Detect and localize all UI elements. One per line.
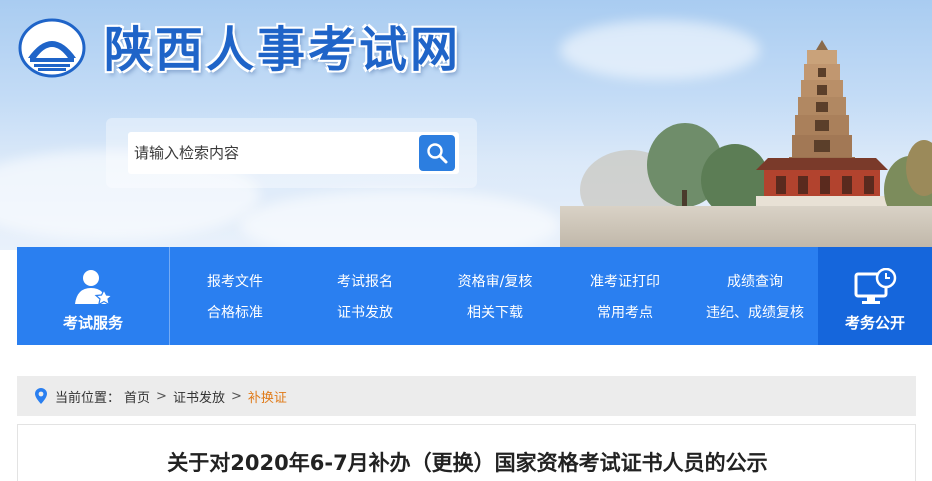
- search-input[interactable]: [134, 140, 414, 166]
- article-panel: 关于对2020年6-7月补办（更换）国家资格考试证书人员的公示: [17, 424, 916, 481]
- nav-link-zhunkaozheng-dayin[interactable]: 准考证打印: [560, 271, 690, 291]
- location-pin-icon: [35, 388, 47, 404]
- site-title[interactable]: 陕西人事考试网: [104, 10, 461, 80]
- pagoda-scenery-image: [560, 40, 932, 250]
- breadcrumb: 当前位置： 首页 > 证书发放 > 补换证: [17, 376, 916, 416]
- breadcrumb-separator: >: [230, 388, 242, 404]
- monitor-clock-icon: [854, 268, 897, 304]
- exam-service-button[interactable]: 考试服务: [17, 247, 169, 345]
- search-icon: [427, 143, 448, 164]
- nav-link-baokao-wenjian[interactable]: 报考文件: [170, 271, 300, 291]
- cloud-decoration: [240, 190, 560, 250]
- nav-link-changyong-kaodian[interactable]: 常用考点: [560, 302, 690, 322]
- search-box: [128, 132, 459, 174]
- user-star-icon: [75, 270, 113, 306]
- breadcrumb-home-link[interactable]: 首页: [124, 387, 150, 406]
- search-panel: [106, 118, 477, 188]
- breadcrumb-current: 补换证: [247, 390, 287, 406]
- search-button[interactable]: [419, 135, 455, 171]
- pagoda-logo-icon[interactable]: [18, 18, 86, 78]
- header-banner: 陕西人事考试网: [0, 0, 932, 250]
- nav-link-weiji-chengji-fuhe[interactable]: 违纪、成绩复核: [690, 302, 820, 322]
- nav-link-chengji-chaxun[interactable]: 成绩查询: [690, 271, 820, 291]
- nav-link-zige-shenhe[interactable]: 资格审/复核: [430, 271, 560, 291]
- breadcrumb-certificate-link[interactable]: 证书发放: [173, 387, 225, 406]
- exam-affairs-public-button[interactable]: 考务公开: [818, 247, 932, 345]
- main-nav: 考试服务 报考文件 考试报名 资格审/复核 准考证打印 成绩查询 合格标准 证书…: [17, 247, 932, 345]
- exam-service-label: 考试服务: [62, 314, 123, 332]
- nav-link-xiangguan-xiazai[interactable]: 相关下载: [430, 302, 560, 322]
- nav-link-kaoshi-baoming[interactable]: 考试报名: [300, 271, 430, 291]
- nav-link-hege-biaozhun[interactable]: 合格标准: [170, 302, 300, 322]
- exam-affairs-public-label: 考务公开: [844, 314, 905, 332]
- breadcrumb-prefix: 当前位置：: [55, 390, 121, 406]
- nav-links: 报考文件 考试报名 资格审/复核 准考证打印 成绩查询 合格标准 证书发放 相关…: [170, 247, 818, 345]
- breadcrumb-separator: >: [156, 388, 167, 404]
- article-title: 关于对2020年6-7月补办（更换）国家资格考试证书人员的公示: [167, 451, 768, 475]
- nav-link-zhengshu-fafang[interactable]: 证书发放: [300, 302, 430, 322]
